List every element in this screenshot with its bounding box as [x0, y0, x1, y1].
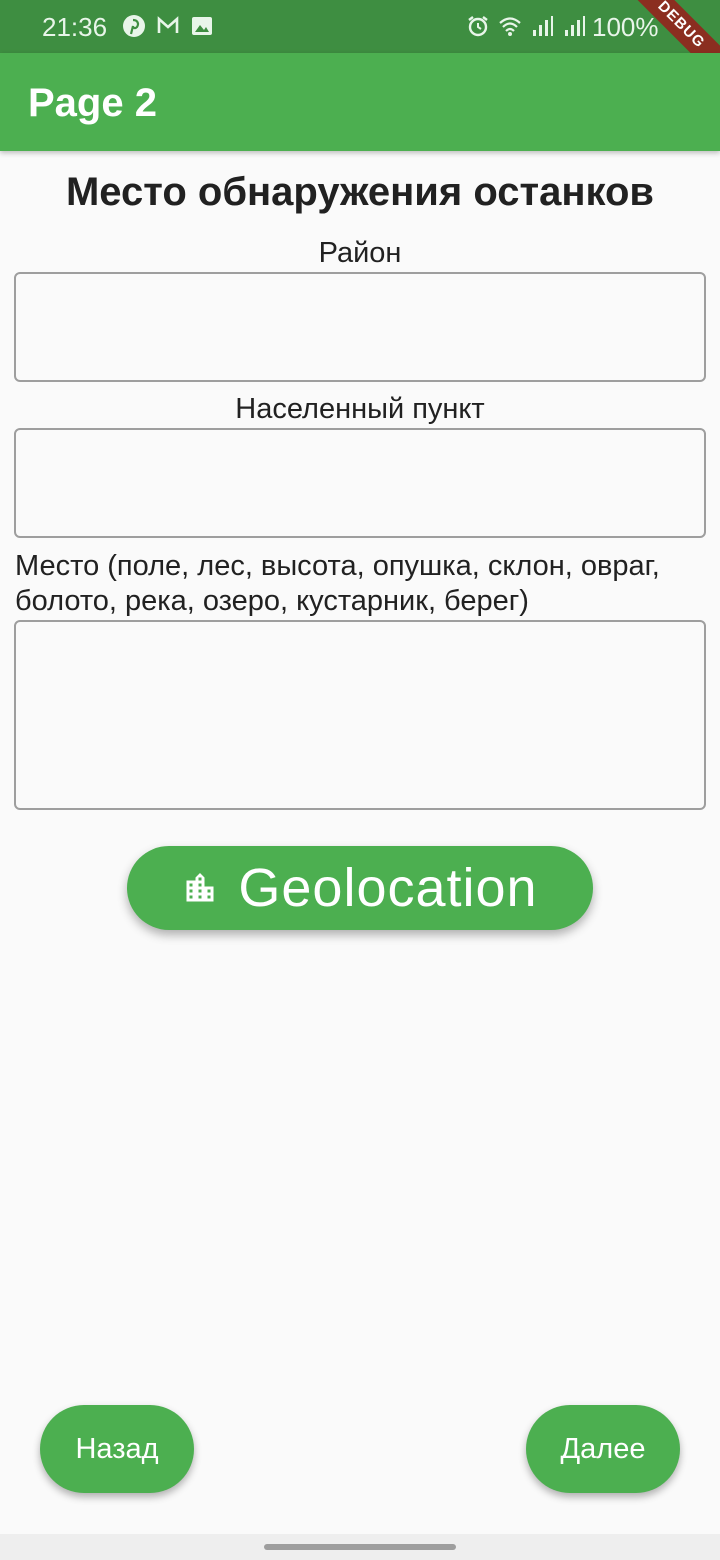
app-bar: Page 2 — [0, 53, 720, 151]
alarm-icon — [468, 16, 488, 37]
district-input[interactable] — [14, 272, 706, 382]
district-label: Район — [318, 237, 402, 269]
gmail-icon — [157, 16, 179, 33]
page-title: Место обнаружения останков — [65, 170, 655, 214]
geolocation-button-label: Geolocation — [238, 858, 538, 918]
next-button[interactable]: Далее — [526, 1405, 680, 1493]
system-nav-bar — [0, 1534, 720, 1560]
gallery-icon — [192, 17, 212, 35]
battery-percentage: 100% — [592, 12, 659, 42]
pinterest-icon — [123, 15, 145, 37]
signal-icon — [565, 16, 585, 36]
signal-icon — [533, 16, 553, 36]
location-city-icon — [186, 873, 214, 902]
settlement-input[interactable] — [14, 428, 706, 538]
settlement-label: Населенный пункт — [235, 393, 485, 425]
status-time: 21:36 — [42, 12, 108, 42]
place-label: Место (поле, лес, высота, опушка, склон,… — [15, 550, 660, 617]
back-button[interactable]: Назад — [40, 1405, 194, 1493]
status-bar: 21:36 100% — [0, 0, 720, 53]
geolocation-button[interactable]: Geolocation — [127, 846, 593, 930]
home-indicator[interactable] — [264, 1544, 456, 1550]
place-textarea[interactable] — [14, 620, 706, 810]
app-bar-title: Page 2 — [28, 81, 157, 125]
wifi-icon — [499, 17, 521, 36]
